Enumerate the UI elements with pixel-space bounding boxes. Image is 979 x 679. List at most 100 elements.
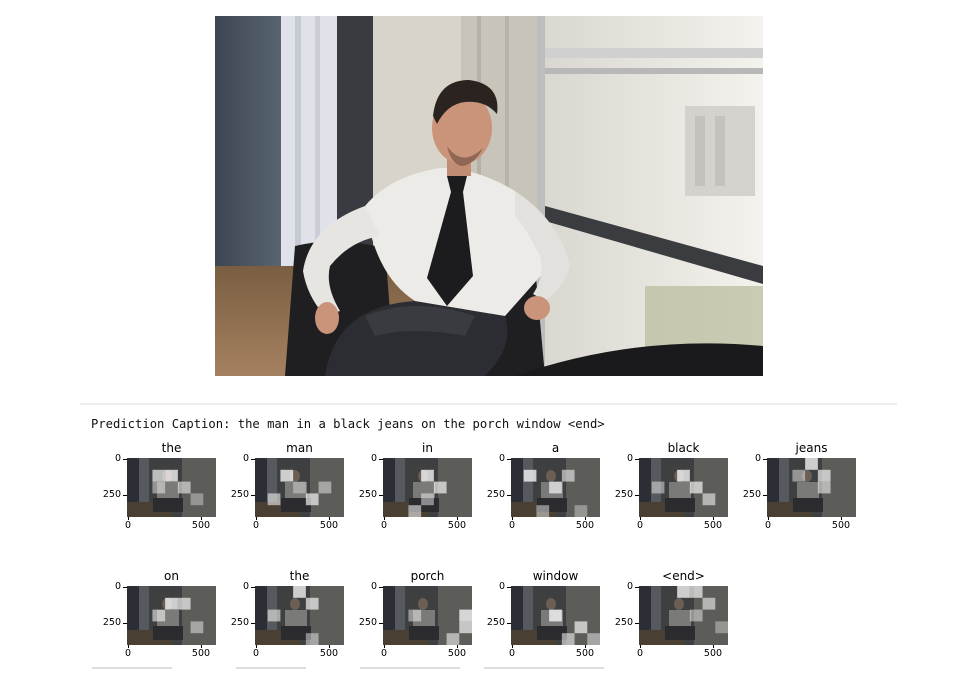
attention-heatmap: [127, 458, 216, 517]
x-tick-mark: [640, 645, 641, 648]
attention-patch: [421, 493, 434, 506]
y-tick-label-250: 250: [614, 489, 633, 500]
y-tick-mark: [507, 623, 511, 624]
y-tick-label-250: 250: [358, 617, 377, 628]
attention-patch: [549, 481, 562, 494]
x-tick-mark: [640, 517, 641, 520]
attention-patch: [165, 469, 178, 482]
y-tick-mark: [251, 495, 255, 496]
x-tick-mark: [201, 517, 202, 520]
subplot-word-title: black: [667, 441, 700, 455]
x-tick-label-500: 500: [831, 520, 851, 531]
attention-heatmap: [639, 458, 728, 517]
y-tick-label-0: 0: [498, 581, 505, 592]
y-tick-mark: [507, 495, 511, 496]
attention-patch: [459, 621, 472, 634]
x-tick-mark: [768, 517, 769, 520]
man-in-chair-photo: [215, 16, 763, 376]
output-divider: [80, 403, 897, 405]
x-tick-mark: [329, 517, 330, 520]
attention-patch: [677, 469, 690, 482]
x-tick-label-500: 500: [703, 520, 723, 531]
x-tick-label-500: 500: [319, 648, 339, 659]
attention-patch: [305, 597, 319, 610]
x-tick-mark: [256, 517, 257, 520]
subplot-word-title: man: [286, 441, 313, 455]
attention-patch: [523, 469, 537, 482]
y-tick-mark: [635, 587, 639, 588]
attention-patch: [561, 469, 575, 482]
attention-patch: [702, 597, 716, 610]
attention-heatmap: [255, 458, 344, 517]
attention-heatmap: [511, 458, 600, 517]
x-tick-label-0: 0: [124, 648, 132, 659]
output-bottom-line: [236, 667, 306, 669]
attention-patch: [459, 609, 472, 622]
y-tick-label-0: 0: [370, 581, 377, 592]
attention-heatmap: [639, 586, 728, 645]
subplot-word-title: the: [161, 441, 182, 455]
x-tick-mark: [841, 517, 842, 520]
y-tick-label-0: 0: [370, 453, 377, 464]
attention-patch: [152, 609, 166, 622]
x-tick-label-0: 0: [636, 648, 644, 659]
x-tick-label-500: 500: [575, 648, 595, 659]
attention-subplot: a 0 250 0 500: [475, 441, 605, 536]
attention-patch: [689, 609, 703, 622]
y-tick-label-250: 250: [102, 617, 121, 628]
x-tick-label-0: 0: [380, 648, 388, 659]
attention-patch: [305, 633, 319, 645]
x-tick-mark: [512, 517, 513, 520]
subplot-word-title: in: [422, 441, 433, 455]
attention-patch: [574, 505, 588, 517]
attention-patch: [651, 481, 665, 494]
attention-patch: [421, 469, 434, 482]
attention-patch: [561, 633, 575, 645]
y-tick-mark: [635, 495, 639, 496]
attention-patch: [689, 481, 703, 494]
attention-patch: [293, 586, 306, 598]
attention-patch: [805, 458, 818, 470]
x-tick-mark: [713, 645, 714, 648]
x-tick-label-500: 500: [575, 520, 595, 531]
attention-patch: [817, 469, 831, 482]
attention-subplot: man 0 250 0 500: [219, 441, 349, 536]
prediction-caption: Prediction Caption: the man in a black j…: [91, 417, 605, 431]
attention-patch: [267, 493, 281, 506]
attention-subplot: porch 0 250 0 500: [347, 569, 477, 664]
attention-patch: [177, 481, 191, 494]
attention-heatmap: [383, 586, 472, 645]
x-tick-label-500: 500: [191, 648, 211, 659]
attention-patch: [702, 493, 716, 506]
x-tick-mark: [329, 645, 330, 648]
y-tick-mark: [763, 495, 767, 496]
attention-patch: [574, 621, 588, 634]
y-tick-mark: [123, 495, 127, 496]
x-tick-label-0: 0: [636, 520, 644, 531]
y-tick-mark: [635, 623, 639, 624]
attention-patch: [408, 505, 422, 517]
y-tick-label-250: 250: [614, 617, 633, 628]
x-tick-mark: [128, 517, 129, 520]
y-tick-label-0: 0: [242, 453, 249, 464]
x-tick-mark: [585, 517, 586, 520]
attention-patch: [152, 481, 166, 494]
y-tick-mark: [251, 587, 255, 588]
attention-subplot: on 0 250 0 500: [91, 569, 221, 664]
output-bottom-line: [92, 667, 172, 669]
y-tick-label-0: 0: [626, 453, 633, 464]
x-tick-mark: [585, 645, 586, 648]
attention-subplot: black 0 250 0 500: [603, 441, 733, 536]
attention-patch: [280, 469, 294, 482]
attention-subplot: the 0 250 0 500: [219, 569, 349, 664]
y-tick-mark: [251, 459, 255, 460]
attention-subplot: the 0 250 0 500: [91, 441, 221, 536]
attention-patch: [817, 481, 831, 494]
x-tick-label-0: 0: [764, 520, 772, 531]
subplot-word-title: the: [289, 569, 310, 583]
subplot-word-title: window: [532, 569, 579, 583]
attention-patch: [177, 597, 191, 610]
x-tick-label-0: 0: [252, 648, 260, 659]
x-tick-mark: [256, 645, 257, 648]
attention-patch: [267, 609, 281, 622]
